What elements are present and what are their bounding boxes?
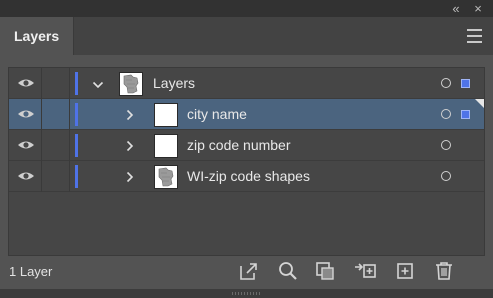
layer-row[interactable]: city name [9, 99, 484, 130]
layer-name[interactable]: city name [187, 99, 247, 130]
layer-color-bar [75, 134, 78, 157]
layer-thumbnail [119, 72, 143, 96]
column-divider [41, 161, 42, 192]
layers-list: Layers city name zip code number WI-zip … [8, 67, 485, 256]
layer-name[interactable]: zip code number [187, 130, 291, 161]
column-divider [41, 68, 42, 99]
layer-color-bar [75, 72, 78, 95]
panel-footer: 1 Layer [0, 256, 493, 289]
layer-color-bar [75, 103, 78, 126]
selection-indicator[interactable] [461, 79, 470, 88]
panel-resize-grip[interactable] [0, 289, 493, 298]
current-layer-indicator [475, 99, 484, 108]
column-divider [41, 99, 42, 130]
selection-indicator[interactable] [461, 110, 470, 119]
eye-icon[interactable] [17, 108, 35, 120]
chevron-right-icon[interactable] [124, 171, 136, 183]
layer-name[interactable]: Layers [153, 68, 195, 99]
map-thumbnail-icon [123, 74, 139, 94]
eye-icon[interactable] [17, 170, 35, 182]
eye-icon[interactable] [17, 77, 35, 89]
export-icon[interactable] [238, 260, 260, 282]
layer-color-bar [75, 165, 78, 188]
panel-tab-bar: Layers [0, 17, 493, 55]
target-icon[interactable] [441, 109, 451, 119]
clipping-mask-icon[interactable] [314, 260, 336, 282]
hamburger-icon[interactable] [467, 29, 483, 43]
target-icon[interactable] [441, 78, 451, 88]
layer-row[interactable]: WI-zip code shapes [9, 161, 484, 192]
layer-row[interactable]: zip code number [9, 130, 484, 161]
chevron-right-icon[interactable] [124, 109, 136, 121]
new-sublayer-icon[interactable] [394, 260, 416, 282]
map-thumbnail-icon [158, 167, 174, 187]
column-divider [69, 161, 70, 192]
panel-top-strip: « × [0, 0, 493, 17]
grip-dots [232, 292, 262, 295]
target-icon[interactable] [441, 171, 451, 181]
close-panel-button[interactable]: × [470, 0, 486, 17]
tab-layers[interactable]: Layers [0, 17, 74, 55]
target-icon[interactable] [441, 140, 451, 150]
layer-name[interactable]: WI-zip code shapes [187, 161, 310, 192]
collapse-panel-button[interactable]: « [448, 0, 464, 17]
search-icon[interactable] [277, 260, 299, 282]
column-divider [69, 130, 70, 161]
layer-thumbnail [154, 165, 178, 189]
chevron-right-icon[interactable] [124, 140, 136, 152]
chevron-down-icon[interactable] [92, 79, 104, 91]
eye-icon[interactable] [17, 139, 35, 151]
layer-thumbnail [154, 103, 178, 127]
layer-row[interactable]: Layers [9, 68, 484, 99]
collect-icon[interactable] [354, 260, 376, 282]
layer-count: 1 Layer [9, 264, 53, 279]
column-divider [69, 68, 70, 99]
layer-thumbnail [154, 134, 178, 158]
trash-icon[interactable] [433, 260, 455, 282]
column-divider [41, 130, 42, 161]
column-divider [69, 99, 70, 130]
